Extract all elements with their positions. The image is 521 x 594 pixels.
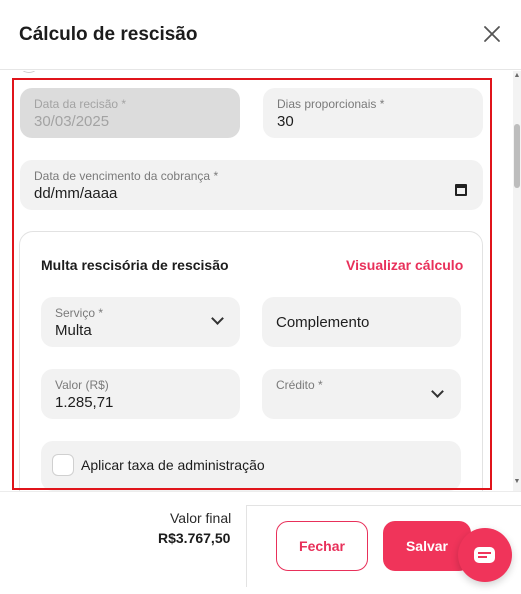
valor-value[interactable]: 1.285,71	[55, 394, 113, 411]
dialog-body: Data da recisão * 30/03/2025 Dias propor…	[0, 71, 521, 491]
data-rescisao-value: 30/03/2025	[34, 113, 110, 130]
valor-label: Valor (R$)	[55, 378, 109, 392]
partial-radio[interactable]	[18, 71, 40, 73]
dias-proporcionais-value[interactable]: 30	[277, 113, 294, 130]
taxa-admin-checkbox[interactable]	[52, 454, 74, 476]
data-rescisao-field: Data da recisão * 30/03/2025	[20, 88, 240, 138]
dialog-title: Cálculo de rescisão	[19, 24, 198, 45]
taxa-admin-row[interactable]: Aplicar taxa de administração	[41, 441, 461, 491]
divider	[246, 505, 247, 587]
credito-label: Crédito *	[276, 378, 323, 392]
servico-value: Multa	[55, 322, 92, 339]
scroll-up-icon[interactable]: ▲	[513, 72, 521, 80]
servico-label: Serviço *	[55, 306, 104, 320]
data-rescisao-label: Data da recisão *	[34, 97, 127, 111]
chat-button[interactable]	[458, 528, 512, 582]
dias-proporcionais-field[interactable]: Dias proporcionais * 30	[263, 88, 483, 138]
data-vencimento-label: Data de vencimento da cobrança *	[34, 169, 219, 183]
credito-select[interactable]: Crédito *	[262, 369, 461, 419]
salvar-button[interactable]: Salvar	[383, 521, 471, 571]
complemento-input[interactable]: Complemento	[262, 297, 461, 347]
complemento-placeholder: Complemento	[276, 314, 370, 331]
chat-icon	[474, 547, 495, 563]
chevron-down-icon	[211, 312, 224, 325]
scrollbar-thumb[interactable]	[514, 124, 520, 188]
calendar-icon[interactable]	[455, 184, 467, 196]
taxa-admin-label: Aplicar taxa de administração	[81, 457, 265, 473]
servico-select[interactable]: Serviço * Multa	[41, 297, 240, 347]
dias-proporcionais-label: Dias proporcionais *	[277, 97, 385, 111]
scroll-down-icon[interactable]: ▼	[513, 478, 521, 486]
chevron-down-icon	[431, 385, 444, 398]
dialog-header: Cálculo de rescisão	[0, 0, 521, 70]
close-icon[interactable]	[482, 24, 502, 44]
multa-card-title: Multa rescisória de rescisão	[41, 257, 229, 273]
fechar-button[interactable]: Fechar	[276, 521, 368, 571]
valor-final-value: R$3.767,50	[158, 530, 231, 546]
data-vencimento-value[interactable]: dd/mm/aaaa	[34, 185, 117, 202]
data-vencimento-field[interactable]: Data de vencimento da cobrança * dd/mm/a…	[20, 160, 483, 210]
divider	[246, 505, 521, 506]
visualizar-calculo-link[interactable]: Visualizar cálculo	[346, 257, 463, 273]
valor-field[interactable]: Valor (R$) 1.285,71	[41, 369, 240, 419]
valor-final-label: Valor final	[170, 510, 232, 526]
